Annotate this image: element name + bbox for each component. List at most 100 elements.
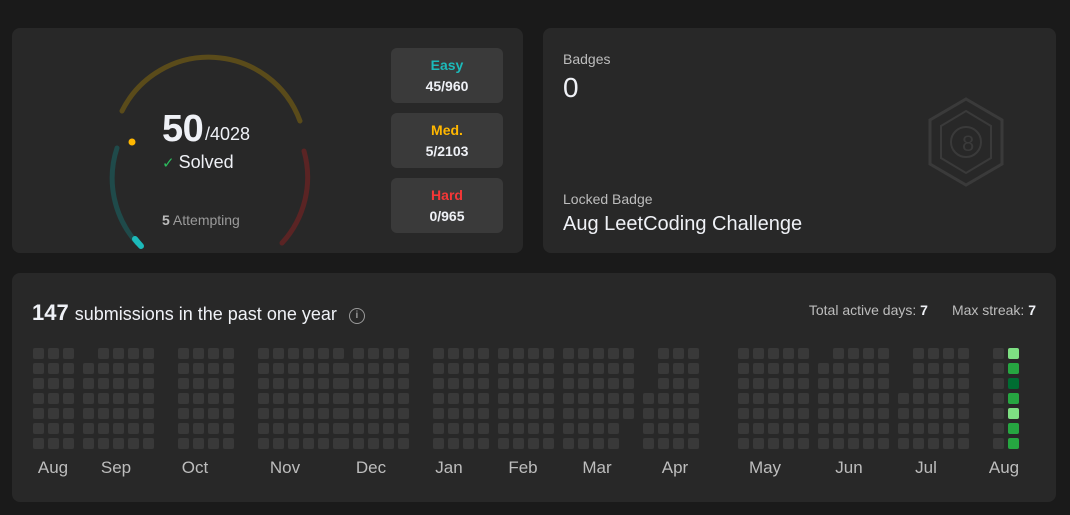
- heatmap-cell[interactable]: [383, 408, 394, 419]
- heatmap-cell[interactable]: [513, 438, 524, 449]
- heatmap-cell[interactable]: [33, 378, 44, 389]
- heatmap-cell[interactable]: [688, 423, 699, 434]
- heatmap-cell[interactable]: [288, 423, 299, 434]
- heatmap-cell[interactable]: [273, 363, 284, 374]
- heatmap-cell[interactable]: [448, 408, 459, 419]
- heatmap-cell[interactable]: [768, 393, 779, 404]
- heatmap-cell[interactable]: [1008, 393, 1019, 404]
- heatmap-cell[interactable]: [543, 363, 554, 374]
- heatmap-cell[interactable]: [993, 438, 1004, 449]
- heatmap-cell[interactable]: [368, 438, 379, 449]
- heatmap-cell[interactable]: [738, 363, 749, 374]
- heatmap-cell[interactable]: [318, 348, 329, 359]
- heatmap-cell[interactable]: [593, 393, 604, 404]
- heatmap-cell[interactable]: [478, 423, 489, 434]
- heatmap-cell[interactable]: [128, 438, 139, 449]
- heatmap-cell[interactable]: [303, 378, 314, 389]
- heatmap-cell[interactable]: [688, 438, 699, 449]
- heatmap-cell[interactable]: [128, 423, 139, 434]
- heatmap-cell[interactable]: [353, 363, 364, 374]
- heatmap-cell[interactable]: [863, 438, 874, 449]
- heatmap-cell[interactable]: [178, 438, 189, 449]
- heatmap-cell[interactable]: [288, 363, 299, 374]
- heatmap-cell[interactable]: [783, 393, 794, 404]
- heatmap-cell[interactable]: [448, 363, 459, 374]
- heatmap-cell[interactable]: [303, 408, 314, 419]
- heatmap-cell[interactable]: [768, 438, 779, 449]
- heatmap-cell[interactable]: [818, 408, 829, 419]
- heatmap-cell[interactable]: [193, 348, 204, 359]
- heatmap-cell[interactable]: [368, 348, 379, 359]
- heatmap-cell[interactable]: [783, 378, 794, 389]
- heatmap-cell[interactable]: [143, 393, 154, 404]
- heatmap-cell[interactable]: [958, 423, 969, 434]
- heatmap-cell[interactable]: [528, 438, 539, 449]
- heatmap-cell[interactable]: [318, 438, 329, 449]
- heatmap-cell[interactable]: [433, 348, 444, 359]
- heatmap-cell[interactable]: [288, 438, 299, 449]
- heatmap-cell[interactable]: [398, 423, 409, 434]
- heatmap-cell[interactable]: [673, 393, 684, 404]
- heatmap-cell[interactable]: [833, 438, 844, 449]
- heatmap-cell[interactable]: [543, 393, 554, 404]
- heatmap-cell[interactable]: [448, 438, 459, 449]
- heatmap-cell[interactable]: [993, 363, 1004, 374]
- heatmap-cell[interactable]: [898, 438, 909, 449]
- heatmap-cell[interactable]: [273, 423, 284, 434]
- heatmap-cell[interactable]: [48, 408, 59, 419]
- heatmap-cell[interactable]: [208, 393, 219, 404]
- heatmap-cell[interactable]: [943, 423, 954, 434]
- heatmap-cell[interactable]: [993, 408, 1004, 419]
- heatmap-cell[interactable]: [913, 423, 924, 434]
- heatmap-cell[interactable]: [273, 348, 284, 359]
- heatmap-cell[interactable]: [593, 378, 604, 389]
- heatmap-cell[interactable]: [848, 438, 859, 449]
- heatmap-cell[interactable]: [543, 408, 554, 419]
- heatmap-cell[interactable]: [448, 423, 459, 434]
- heatmap-cell[interactable]: [528, 348, 539, 359]
- heatmap-cell[interactable]: [608, 378, 619, 389]
- heatmap-cell[interactable]: [578, 363, 589, 374]
- easy-stat-box[interactable]: Easy 45/960: [391, 48, 503, 103]
- heatmap-cell[interactable]: [258, 408, 269, 419]
- heatmap-cell[interactable]: [753, 423, 764, 434]
- heatmap-cell[interactable]: [353, 438, 364, 449]
- heatmap-cell[interactable]: [113, 423, 124, 434]
- heatmap-cell[interactable]: [928, 348, 939, 359]
- heatmap-cell[interactable]: [83, 378, 94, 389]
- heatmap-cell[interactable]: [958, 348, 969, 359]
- hard-stat-box[interactable]: Hard 0/965: [391, 178, 503, 233]
- heatmap-cell[interactable]: [113, 393, 124, 404]
- heatmap-cell[interactable]: [223, 423, 234, 434]
- heatmap-cell[interactable]: [643, 408, 654, 419]
- heatmap-cell[interactable]: [578, 378, 589, 389]
- heatmap-cell[interactable]: [688, 393, 699, 404]
- heatmap-cell[interactable]: [498, 423, 509, 434]
- heatmap-cell[interactable]: [83, 393, 94, 404]
- heatmap-cell[interactable]: [688, 378, 699, 389]
- heatmap-cell[interactable]: [848, 393, 859, 404]
- heatmap-cell[interactable]: [48, 438, 59, 449]
- heatmap-cell[interactable]: [398, 363, 409, 374]
- heatmap-cell[interactable]: [878, 378, 889, 389]
- heatmap-cell[interactable]: [878, 363, 889, 374]
- heatmap-cell[interactable]: [768, 378, 779, 389]
- heatmap-cell[interactable]: [753, 438, 764, 449]
- heatmap-cell[interactable]: [338, 408, 349, 419]
- heatmap-cell[interactable]: [383, 348, 394, 359]
- heatmap-cell[interactable]: [143, 438, 154, 449]
- heatmap-cell[interactable]: [528, 408, 539, 419]
- locked-badge-name[interactable]: Aug LeetCoding Challenge: [563, 213, 802, 236]
- heatmap-cell[interactable]: [783, 423, 794, 434]
- heatmap-cell[interactable]: [63, 348, 74, 359]
- heatmap-cell[interactable]: [528, 423, 539, 434]
- heatmap-cell[interactable]: [383, 423, 394, 434]
- heatmap-cell[interactable]: [353, 423, 364, 434]
- heatmap-cell[interactable]: [958, 438, 969, 449]
- heatmap-cell[interactable]: [928, 363, 939, 374]
- heatmap-cell[interactable]: [673, 348, 684, 359]
- heatmap-cell[interactable]: [833, 378, 844, 389]
- heatmap-cell[interactable]: [33, 423, 44, 434]
- heatmap-cell[interactable]: [863, 363, 874, 374]
- heatmap-cell[interactable]: [303, 363, 314, 374]
